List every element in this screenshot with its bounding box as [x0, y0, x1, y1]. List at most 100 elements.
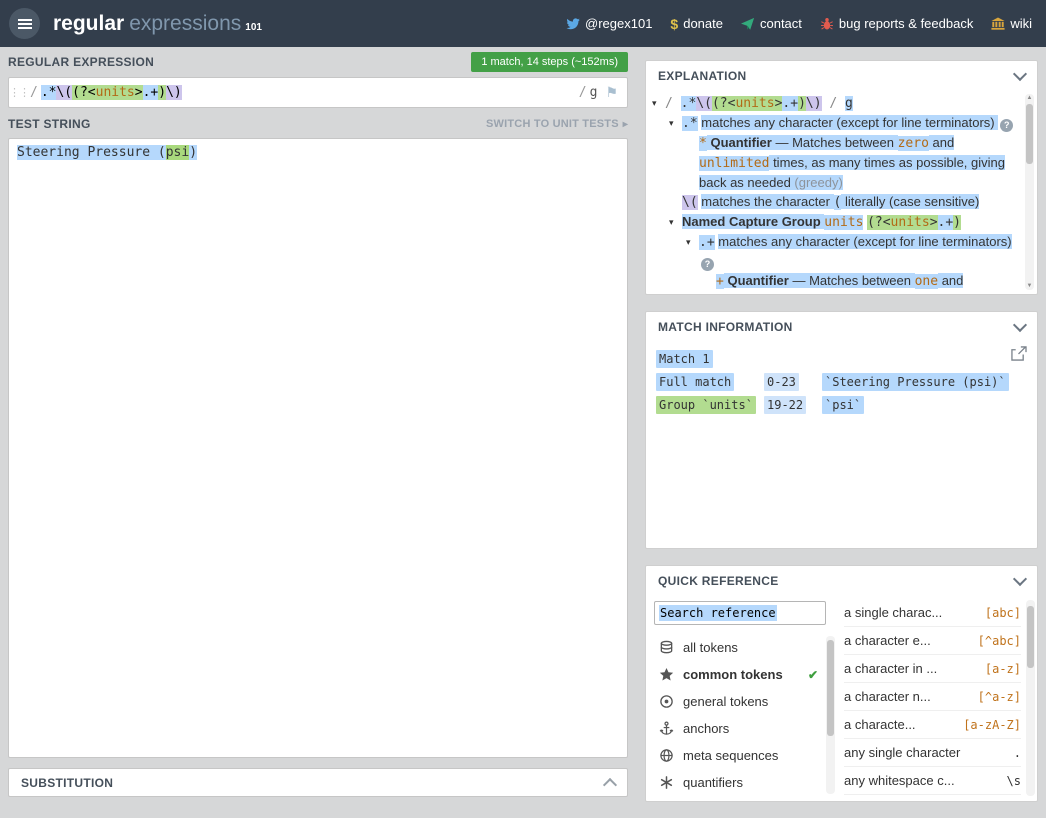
token-code: . — [1014, 746, 1021, 760]
token: .* — [681, 96, 697, 111]
category-meta-sequences[interactable]: meta sequences — [654, 742, 820, 769]
token-code: [a-z] — [985, 662, 1021, 676]
collapse-arrow-icon[interactable]: ▾ — [669, 114, 682, 133]
scroll-up-icon[interactable]: ▲ — [1025, 95, 1034, 101]
target-icon — [658, 694, 674, 709]
match-chip: `psi` — [822, 396, 864, 414]
token-code: [^abc] — [978, 634, 1021, 648]
reference-token-row[interactable]: a character n...[^a-z] — [844, 683, 1021, 711]
nav-label: contact — [760, 16, 802, 31]
match-information-panel: MATCH INFORMATION Match 1Full match0-23`… — [645, 311, 1038, 549]
category-common-tokens[interactable]: common tokens✔ — [654, 661, 820, 688]
match-steps-badge[interactable]: 1 match, 14 steps (~152ms) — [471, 52, 628, 72]
token-label: any single character — [844, 745, 1008, 760]
token: Quantifier — [710, 135, 771, 150]
regex-open-delimiter: / — [30, 85, 38, 100]
match-cell-label: Full match — [656, 373, 764, 391]
menu-button[interactable] — [9, 8, 40, 39]
category-quantifiers[interactable]: quantifiers — [654, 769, 820, 796]
match-cell-value: `psi` — [822, 396, 1027, 414]
scrollbar-thumb[interactable] — [1026, 104, 1033, 164]
category-all-tokens[interactable]: all tokens — [654, 634, 820, 661]
logo[interactable]: regular expressions 101 — [53, 12, 262, 36]
scroll-down-icon[interactable]: ▼ — [1025, 283, 1034, 289]
hamburger-icon — [18, 19, 32, 21]
chevron-down-icon[interactable] — [1013, 318, 1027, 332]
token: ( — [712, 96, 720, 111]
explanation-line: ▾Named Capture Group units (?<units>.+) — [646, 212, 1021, 232]
export-icon[interactable] — [1010, 346, 1027, 366]
reference-token-row[interactable]: a character in ...[a-z] — [844, 655, 1021, 683]
token: ) — [189, 145, 197, 160]
quick-reference-title: QUICK REFERENCE — [658, 574, 779, 588]
collapse-arrow-icon[interactable]: ▾ — [686, 233, 699, 252]
flag-icon[interactable]: ⚑ — [605, 84, 618, 101]
reference-token-row[interactable]: a character e...[^abc] — [844, 627, 1021, 655]
switch-to-unit-tests-link[interactable]: SWITCH TO UNIT TESTS ▸ — [486, 118, 628, 130]
token: and — [938, 273, 963, 288]
chevron-down-icon[interactable] — [1013, 67, 1027, 81]
category-anchors[interactable]: anchors — [654, 715, 820, 742]
regex-pattern[interactable]: .*\((?<units>.+)\) — [41, 85, 182, 100]
scrollbar-thumb[interactable] — [827, 640, 834, 736]
token: \( — [56, 85, 72, 100]
help-icon[interactable]: ? — [1000, 119, 1013, 132]
token: psi — [166, 145, 189, 160]
collapse-arrow-icon[interactable]: ▾ — [669, 213, 682, 232]
token-label: a characte... — [844, 717, 957, 732]
collapse-arrow-icon[interactable]: ▾ — [652, 94, 665, 113]
search-input[interactable]: Search reference — [654, 601, 826, 625]
logo-word-101: 101 — [245, 22, 262, 33]
reference-token-row[interactable]: a single charac...[abc] — [844, 599, 1021, 627]
tokens-scrollbar[interactable] — [1026, 600, 1035, 796]
token: units — [735, 96, 774, 111]
asterisk-icon — [658, 775, 674, 790]
chevron-down-icon[interactable] — [1013, 572, 1027, 586]
reference-token-row[interactable]: any single character. — [844, 739, 1021, 767]
help-icon[interactable]: ? — [701, 258, 714, 271]
regex-flags[interactable]: g — [590, 85, 598, 100]
scrollbar-thumb[interactable] — [1027, 606, 1034, 668]
nav-label: donate — [683, 16, 723, 31]
token: \) — [806, 96, 822, 111]
token: zero — [898, 136, 929, 151]
nav-item-dollar[interactable]: $ donate — [670, 16, 723, 32]
quick-reference-body: Search reference all tokenscommon tokens… — [646, 596, 1037, 800]
test-string-title: TEST STRING — [8, 117, 91, 131]
quick-reference-panel: QUICK REFERENCE Search reference all tok… — [645, 565, 1038, 802]
explanation-scrollbar[interactable]: ▲ ▼ — [1025, 94, 1034, 290]
test-string-area[interactable]: Steering Pressure (psi) — [8, 138, 628, 758]
chevron-up-icon[interactable] — [603, 777, 617, 791]
match-chip: Full match — [656, 373, 734, 391]
nav-item-twitter[interactable]: @regex101 — [566, 16, 652, 31]
match-chip: `Steering Pressure (psi)` — [822, 373, 1009, 391]
nav-item-bug[interactable]: bug reports & feedback — [820, 16, 973, 31]
dollar-icon: $ — [670, 16, 678, 32]
token: and — [929, 135, 954, 150]
match-information-header: MATCH INFORMATION — [646, 312, 1037, 342]
regex-right-group: / g ⚑ — [576, 84, 627, 101]
drag-handle-icon[interactable]: ⋮⋮ — [9, 86, 27, 99]
nav-item-plane[interactable]: contact — [741, 16, 802, 31]
category-general-tokens[interactable]: general tokens — [654, 688, 820, 715]
token: * — [699, 136, 707, 151]
token: ?< — [875, 215, 891, 230]
substitution-bar[interactable]: SUBSTITUTION — [8, 768, 628, 797]
right-column: EXPLANATION ▾/ .*\((?<units>.+)\) / g▾.*… — [645, 60, 1038, 818]
token: one — [915, 274, 938, 289]
token-code: [a-zA-Z] — [963, 718, 1021, 732]
nav-label: @regex101 — [585, 16, 652, 31]
nav-item-bank[interactable]: wiki — [991, 16, 1032, 31]
reference-token-row[interactable]: any whitespace c...\s — [844, 767, 1021, 795]
token: .+ — [143, 85, 159, 100]
nav-label: bug reports & feedback — [839, 16, 973, 31]
token-code: [^a-z] — [978, 690, 1021, 704]
token: ( — [867, 215, 875, 230]
categories-scrollbar[interactable] — [826, 636, 835, 794]
regex-close-delimiter: / — [579, 85, 587, 100]
token-label: a single charac... — [844, 605, 979, 620]
left-column: REGULAR EXPRESSION 1 match, 14 steps (~1… — [8, 47, 628, 797]
regex-input[interactable]: ⋮⋮ / .*\((?<units>.+)\) / g ⚑ — [8, 77, 628, 108]
globe-icon — [658, 748, 674, 763]
reference-token-row[interactable]: a characte... [a-zA-Z] — [844, 711, 1021, 739]
